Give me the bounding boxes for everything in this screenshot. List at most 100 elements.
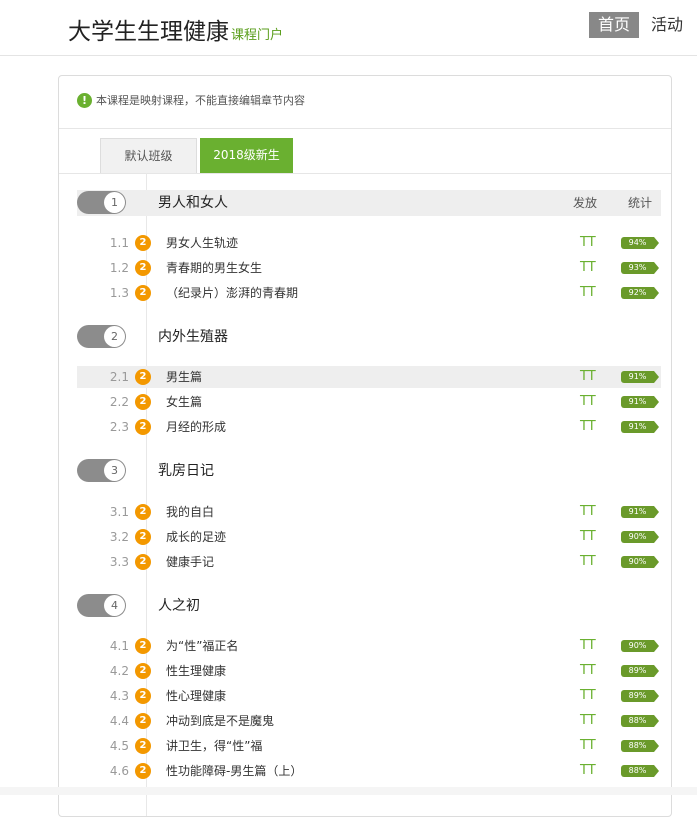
section-number: 1.2	[109, 261, 129, 275]
site-brand[interactable]: 大学生生理健康 课程门户	[68, 12, 283, 46]
publish-icon[interactable]: TT	[580, 712, 596, 730]
chapter-title[interactable]: 男人和女人	[158, 190, 228, 216]
chapter-toggle[interactable]: 4	[77, 594, 126, 617]
section-number: 4.5	[109, 739, 129, 753]
publish-icon[interactable]: TT	[580, 737, 596, 755]
section-row[interactable]: 4.4 2 冲动到底是不是魔鬼 TT 88%	[77, 710, 661, 732]
section-row[interactable]: 2.1 2 男生篇 TT 91%	[77, 366, 661, 388]
tab-underline	[59, 173, 671, 174]
completion-rate-badge: 90%	[621, 556, 659, 568]
section-row[interactable]: 4.2 2 性生理健康 TT 89%	[77, 660, 661, 682]
chapter-row: 2 内外生殖器	[77, 324, 661, 350]
task-count-badge: 2	[135, 763, 151, 779]
section-row[interactable]: 4.5 2 讲卫生，得“性”福 TT 88%	[77, 735, 661, 757]
section-title[interactable]: 为“性”福正名	[166, 635, 238, 657]
completion-rate-badge: 91%	[621, 421, 659, 433]
section-title[interactable]: 我的自白	[166, 501, 214, 523]
section-row[interactable]: 1.2 2 青春期的男生女生 TT 93%	[77, 257, 661, 279]
section-title[interactable]: 性心理健康	[166, 685, 226, 707]
publish-icon[interactable]: TT	[580, 284, 596, 302]
publish-column-header: 发放	[573, 196, 598, 210]
chapter-title[interactable]: 人之初	[158, 593, 200, 619]
section-title[interactable]: 讲卫生，得“性”福	[166, 735, 262, 757]
section-number: 4.6	[109, 764, 129, 778]
notice-text: 本课程是映射课程，不能直接编辑章节内容	[96, 94, 305, 107]
publish-icon[interactable]: TT	[580, 393, 596, 411]
chapter-toggle[interactable]: 2	[77, 325, 126, 348]
publish-icon[interactable]: TT	[580, 762, 596, 780]
section-number: 4.1	[109, 639, 129, 653]
section-title[interactable]: 性生理健康	[166, 660, 226, 682]
section-title[interactable]: 冲动到底是不是魔鬼	[166, 710, 274, 732]
chapter-toggle[interactable]: 1	[77, 191, 126, 214]
chapter-number: 1	[104, 192, 125, 213]
publish-icon[interactable]: TT	[580, 503, 596, 521]
task-count-badge: 2	[135, 688, 151, 704]
section-row[interactable]: 4.6 2 性功能障碍-男生篇（上） TT 88%	[77, 760, 661, 782]
site-title: 大学生生理健康	[68, 19, 229, 45]
task-count-badge: 2	[135, 419, 151, 435]
completion-rate-badge: 89%	[621, 665, 659, 677]
section-number: 4.2	[109, 664, 129, 678]
nav-activity-link[interactable]: 活动	[651, 12, 683, 38]
publish-icon[interactable]: TT	[580, 234, 596, 252]
task-count-badge: 2	[135, 638, 151, 654]
mapping-notice: ! 本课程是映射课程，不能直接编辑章节内容	[77, 92, 305, 108]
section-title[interactable]: 男女人生轨迹	[166, 232, 238, 254]
chapter-number: 4	[104, 595, 125, 616]
section-title[interactable]: 健康手记	[166, 551, 214, 573]
section-number: 1.1	[109, 236, 129, 250]
info-icon: !	[77, 92, 92, 108]
completion-rate-badge: 92%	[621, 287, 659, 299]
completion-rate-badge: 88%	[621, 715, 659, 727]
publish-icon[interactable]: TT	[580, 662, 596, 680]
completion-rate-badge: 94%	[621, 237, 659, 249]
section-row[interactable]: 3.2 2 成长的足迹 TT 90%	[77, 526, 661, 548]
nav-home-button[interactable]: 首页	[589, 12, 639, 38]
section-title[interactable]: （纪录片）澎湃的青春期	[166, 282, 298, 304]
task-count-badge: 2	[135, 554, 151, 570]
course-panel: ! 本课程是映射课程，不能直接编辑章节内容 默认班级 2018级新生 1 男人和女人…	[58, 75, 672, 817]
section-row[interactable]: 1.3 2 （纪录片）澎湃的青春期 TT 92%	[77, 282, 661, 304]
publish-icon[interactable]: TT	[580, 553, 596, 571]
completion-rate-badge: 88%	[621, 740, 659, 752]
section-title[interactable]: 月经的形成	[166, 416, 226, 438]
tab-default-class[interactable]: 默认班级	[100, 138, 197, 174]
section-row[interactable]: 4.1 2 为“性”福正名 TT 90%	[77, 635, 661, 657]
completion-rate-badge: 91%	[621, 371, 659, 383]
chapter-title[interactable]: 乳房日记	[158, 458, 214, 484]
divider	[59, 128, 671, 129]
publish-icon[interactable]: TT	[580, 259, 596, 277]
section-number: 3.1	[109, 505, 129, 519]
section-row[interactable]: 2.3 2 月经的形成 TT 91%	[77, 416, 661, 438]
chapter-row: 4 人之初	[77, 593, 661, 619]
publish-icon[interactable]: TT	[580, 687, 596, 705]
section-row[interactable]: 4.3 2 性心理健康 TT 89%	[77, 685, 661, 707]
section-title[interactable]: 男生篇	[166, 366, 202, 388]
section-row[interactable]: 3.1 2 我的自白 TT 91%	[77, 501, 661, 523]
section-number: 2.2	[109, 395, 129, 409]
section-number: 3.3	[109, 555, 129, 569]
chapter-row: 1 男人和女人 发放 统计	[77, 190, 661, 216]
task-count-badge: 2	[135, 369, 151, 385]
completion-rate-badge: 88%	[621, 765, 659, 777]
publish-icon[interactable]: TT	[580, 528, 596, 546]
chapter-toggle[interactable]: 3	[77, 459, 126, 482]
chapter-title[interactable]: 内外生殖器	[158, 324, 228, 350]
publish-icon[interactable]: TT	[580, 637, 596, 655]
section-row[interactable]: 3.3 2 健康手记 TT 90%	[77, 551, 661, 573]
completion-rate-badge: 93%	[621, 262, 659, 274]
tab-2018-class[interactable]: 2018级新生	[200, 138, 293, 173]
section-title[interactable]: 成长的足迹	[166, 526, 226, 548]
publish-icon[interactable]: TT	[580, 368, 596, 386]
section-title[interactable]: 性功能障碍-男生篇（上）	[166, 760, 302, 782]
section-title[interactable]: 女生篇	[166, 391, 202, 413]
section-row[interactable]: 1.1 2 男女人生轨迹 TT 94%	[77, 232, 661, 254]
section-row[interactable]: 2.2 2 女生篇 TT 91%	[77, 391, 661, 413]
horizontal-scrollbar[interactable]	[0, 787, 697, 795]
section-title[interactable]: 青春期的男生女生	[166, 257, 262, 279]
section-number: 3.2	[109, 530, 129, 544]
completion-rate-badge: 90%	[621, 531, 659, 543]
section-number: 4.3	[109, 689, 129, 703]
publish-icon[interactable]: TT	[580, 418, 596, 436]
